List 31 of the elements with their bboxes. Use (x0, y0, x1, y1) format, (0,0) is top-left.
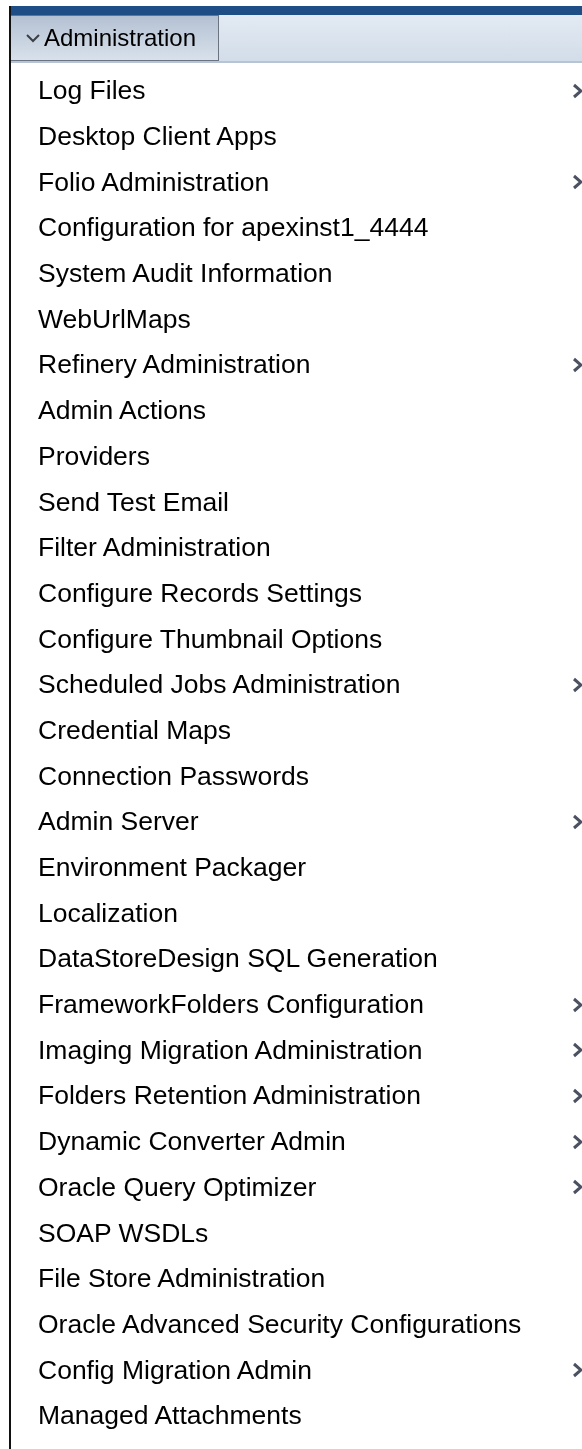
menu-item[interactable]: Managed Attachments (38, 1400, 302, 1432)
menu-item[interactable]: Admin Actions (38, 395, 206, 427)
menu-item[interactable]: Oracle Advanced Security Configurations (38, 1308, 522, 1340)
menu-item[interactable]: Config Migration Admin (38, 1354, 312, 1386)
menu-item[interactable]: FrameworkFolders Configuration (38, 989, 424, 1021)
menu-item[interactable]: Configure Thumbnail Options (38, 623, 383, 655)
menu-item[interactable]: Connection Passwords (38, 760, 310, 792)
menu-item[interactable]: Folders Retention Administration (38, 1080, 421, 1112)
menu-item[interactable]: Providers (38, 440, 150, 472)
menu-item[interactable]: Credential Maps (38, 714, 231, 746)
menu-item[interactable]: SOAP WSDLs (38, 1217, 209, 1249)
menu-item[interactable]: Environment Packager (38, 852, 307, 884)
administration-tab[interactable]: Administration (11, 15, 220, 61)
menu-item[interactable]: Scheduled Jobs Administration (38, 669, 401, 701)
menu-item[interactable]: Filter Administration (38, 532, 271, 564)
menu-item[interactable]: Oracle Query Optimizer (38, 1171, 317, 1203)
menu-item[interactable]: Dynamic Converter Admin (38, 1126, 346, 1158)
menu-item[interactable]: DataStoreDesign SQL Generation (38, 943, 438, 975)
menu-item[interactable]: Desktop Client Apps (38, 121, 277, 153)
menu-item[interactable]: Send Test Email (38, 486, 229, 518)
menu-item[interactable]: Localization (38, 897, 178, 929)
menu-item[interactable]: File Store Administration (38, 1263, 326, 1295)
menu-item[interactable]: Log Files (38, 75, 146, 107)
menu-item[interactable]: Folio Administration (38, 166, 270, 198)
menu-item[interactable]: Configure Records Settings (38, 577, 363, 609)
menu-item[interactable]: Admin Server (38, 806, 199, 838)
menu-item[interactable]: WebUrlMaps (38, 303, 191, 335)
menu-item[interactable]: Refinery Administration (38, 349, 311, 381)
menu-item[interactable]: Imaging Migration Administration (38, 1034, 423, 1066)
menu-item[interactable]: System Audit Information (38, 258, 333, 290)
menu-item[interactable]: Configuration for apexinst1_4444 (38, 212, 429, 244)
